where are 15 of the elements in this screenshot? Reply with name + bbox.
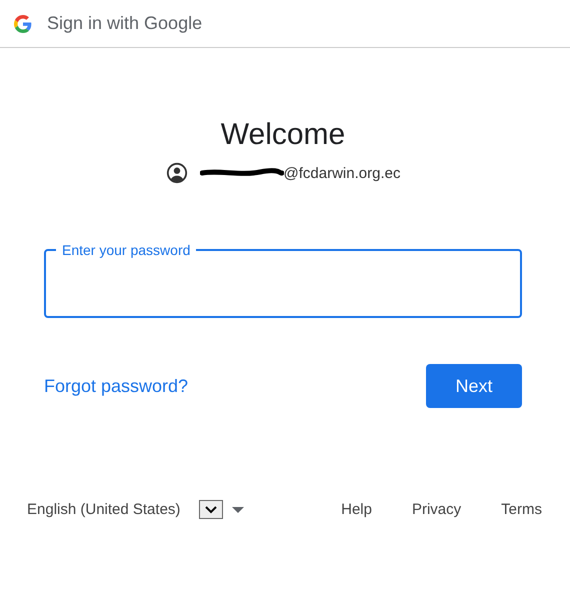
google-logo-icon: [14, 14, 32, 32]
next-button[interactable]: Next: [426, 364, 522, 408]
footer-link[interactable]: Terms: [501, 501, 542, 518]
header-title: Sign in with Google: [47, 13, 202, 34]
password-field[interactable]: Enter your password: [44, 242, 522, 318]
footer-link[interactable]: Privacy: [412, 501, 462, 518]
account-email: @fcdarwin.org.ec: [284, 164, 400, 182]
language-dropdown[interactable]: [199, 500, 224, 519]
footer-link[interactable]: Help: [341, 501, 372, 518]
welcome-heading: Welcome: [220, 118, 346, 152]
caret-icon: [232, 506, 244, 512]
forgot-password-link[interactable]: Forgot password?: [44, 376, 188, 396]
chevron-down-icon: [205, 506, 218, 514]
language-label: English (United States): [27, 501, 180, 518]
account-circle-icon: [166, 162, 188, 184]
